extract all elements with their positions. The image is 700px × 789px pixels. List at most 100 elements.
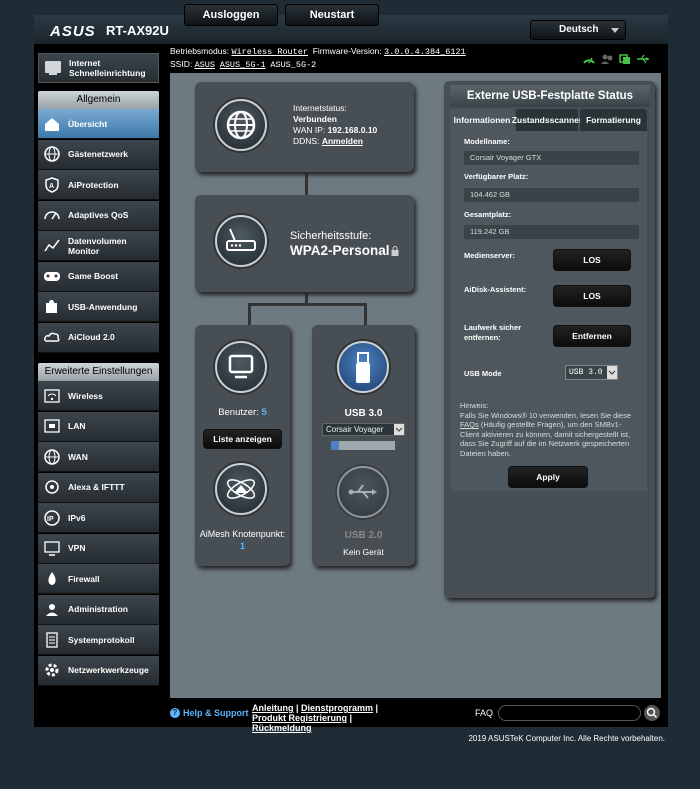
sidebar-item-lan[interactable]: LAN — [38, 411, 159, 442]
sidebar-item-label: Firewall — [68, 573, 100, 584]
feedback-link[interactable]: Rückmeldung — [252, 723, 312, 733]
globe-icon — [41, 143, 63, 165]
usb-mode-label: USB Mode — [464, 369, 502, 378]
sidebar-item-label: WAN — [68, 451, 88, 462]
shield-icon: A — [41, 174, 63, 196]
logout-button[interactable]: Ausloggen — [184, 4, 278, 26]
apply-button[interactable]: Apply — [508, 466, 588, 488]
wan-ip-label: WAN IP: — [293, 125, 326, 135]
sidebar-item-vpn[interactable]: VPN — [38, 533, 159, 564]
sidebar-item-gästenetzwerk[interactable]: Gästenetzwerk — [38, 139, 159, 170]
usb3-device-select[interactable]: Corsair Voyager — [322, 423, 405, 436]
usb2-label: USB 2.0 — [344, 530, 383, 541]
admin-icon — [41, 598, 63, 620]
sidebar-item-label: Adaptives QoS — [68, 210, 129, 220]
mode-link[interactable]: Wireless Router — [231, 47, 308, 57]
wps-status-icon[interactable] — [618, 52, 632, 64]
faq-search-input[interactable] — [498, 705, 641, 721]
sidebar-item-ipv6[interactable]: IP IPv6 — [38, 503, 159, 533]
computer-icon — [215, 341, 267, 393]
firmware-link[interactable]: 3.0.0.4.384_6121 — [384, 47, 466, 57]
tab-information[interactable]: Informationen — [450, 109, 514, 131]
usb3-usage-fill — [331, 441, 339, 450]
sidebar-item-alexa-ifttt[interactable]: Alexa & IFTTT — [38, 472, 159, 503]
aidisk-label: AiDisk-Assistent: — [464, 285, 527, 294]
svg-text:IP: IP — [47, 516, 54, 523]
sidebar-item-wireless[interactable]: Wireless — [38, 381, 159, 411]
help-support[interactable]: ? Help & Support — [170, 708, 249, 718]
sidebar-item-label: Gästenetzwerk — [68, 149, 128, 159]
sidebar-item-adaptives-qos[interactable]: Adaptives QoS — [38, 200, 159, 231]
restart-button[interactable]: Neustart — [285, 4, 379, 26]
sidebar-item-usb-anwendung[interactable]: USB-Anwendung — [38, 292, 159, 322]
chevron-down-icon — [394, 424, 404, 435]
sidebar-item-label: Administration — [68, 604, 128, 614]
sidebar-item-firewall[interactable]: Firewall — [38, 564, 159, 594]
setup-icon — [42, 57, 64, 79]
status-icons — [582, 52, 650, 64]
internet-status-value: Verbunden — [293, 114, 337, 124]
wan-ip-value: 192.168.0.10 — [327, 125, 378, 135]
sidebar-item-label: Wireless — [68, 390, 103, 401]
hint-pre: Falls Sie Windows® 10 verwenden, lesen S… — [460, 410, 632, 420]
sidebar-item-datenvolumen-monitor[interactable]: Datenvolumen Monitor — [38, 231, 159, 261]
total-space-value: 119.242 GB — [464, 225, 639, 239]
sidebar-item-label: AiCloud 2.0 — [68, 332, 115, 342]
sidebar-item-aicloud-2-0[interactable]: AiCloud 2.0 — [38, 322, 159, 353]
usb-status-icon[interactable] — [636, 52, 650, 64]
quick-setup-label: Internet Schnelleinrichtung — [69, 58, 146, 78]
safe-remove-button[interactable]: Entfernen — [553, 325, 631, 347]
router-card[interactable]: Sicherheitsstufe: WPA2-Personal — [195, 195, 414, 292]
firmware-label: Firmware-Version: — [312, 46, 382, 56]
sidebar-item-aiprotection[interactable]: A AiProtection — [38, 170, 159, 200]
clients-label: Benutzer: — [218, 407, 259, 418]
usb-mode-select[interactable]: USB 3.0 — [565, 365, 618, 380]
hint-text: Hinweis: Falls Sie Windows® 10 verwenden… — [460, 401, 638, 458]
log-icon — [41, 629, 63, 651]
total-space-label: Gesamtplatz: — [464, 210, 512, 219]
sidebar-item-netzwerkwerkzeuge[interactable]: Netzwerkwerkzeuge — [38, 655, 159, 686]
sidebar-item-label: AiProtection — [68, 179, 119, 190]
hint-title: Hinweis: — [460, 401, 489, 410]
sidebar-item-label: IPv6 — [68, 512, 86, 523]
ssid-label: SSID: — [170, 59, 193, 69]
sidebar-item-label: Datenvolumen Monitor — [68, 235, 127, 256]
clients-card[interactable]: Benutzer: 5 Liste anzeigen AiMesh Knoten… — [195, 325, 290, 566]
sidebar-item-game-boost[interactable]: Game Boost — [38, 261, 159, 292]
quick-internet-setup[interactable]: Internet Schnelleinrichtung — [38, 53, 159, 83]
copyright: 2019 ASUSTeK Computer Inc. Alle Rechte v… — [468, 734, 665, 743]
security-label: Sicherheitsstufe: — [290, 230, 372, 242]
usb-mode-value: USB 3.0 — [569, 368, 603, 377]
sidebar-item-systemprotokoll[interactable]: Systemprotokoll — [38, 625, 159, 655]
sidebar-item-administration[interactable]: Administration — [38, 594, 159, 625]
usb-status-panel: Externe USB-Festplatte Status Informatio… — [444, 81, 655, 598]
ssid-3[interactable]: ASUS_5G-2 — [270, 60, 316, 70]
security-value: WPA2-Personal — [290, 243, 390, 258]
media-server-button[interactable]: LOS — [553, 249, 631, 271]
sidebar-item-wan[interactable]: WAN — [38, 442, 159, 472]
language-select[interactable]: Deutsch — [530, 20, 626, 40]
search-icon[interactable] — [644, 705, 660, 721]
faq-link[interactable]: FAQs — [460, 420, 479, 429]
model-value: Corsair Voyager GTX — [464, 151, 639, 165]
ssid-2[interactable]: ASUS_5G-1 — [220, 60, 266, 70]
internet-card[interactable]: Internetstatus: Verbunden WAN IP: 192.16… — [195, 82, 414, 172]
sidebar-item-label: USB-Anwendung — [68, 301, 138, 312]
clients-status-icon[interactable] — [600, 52, 614, 64]
sidebar-item-übersicht[interactable]: Übersicht — [38, 109, 159, 139]
ssid-1[interactable]: ASUS — [195, 60, 215, 70]
tab-health-scanner[interactable]: Zustandsscanner — [512, 109, 582, 131]
utility-link[interactable]: Dienstprogramm — [301, 703, 373, 713]
usb-card[interactable]: USB 3.0 Corsair Voyager USB 2.0 Kein Ger… — [312, 325, 415, 566]
aidisk-button[interactable]: LOS — [553, 285, 631, 307]
ddns-link[interactable]: Anmelden — [322, 136, 363, 146]
internet-status-icon[interactable] — [582, 52, 596, 64]
hint-post: (Häufig gestellte Fragen), um den SMBv1-… — [460, 420, 631, 458]
manual-link[interactable]: Anleitung — [252, 703, 294, 713]
aimesh-icon — [215, 463, 267, 515]
tab-format[interactable]: Formatierung — [580, 109, 647, 131]
home-icon — [41, 113, 63, 135]
speedometer-icon — [41, 204, 63, 226]
view-clients-button[interactable]: Liste anzeigen — [203, 429, 282, 449]
registration-link[interactable]: Produkt Registrierung — [252, 713, 347, 723]
